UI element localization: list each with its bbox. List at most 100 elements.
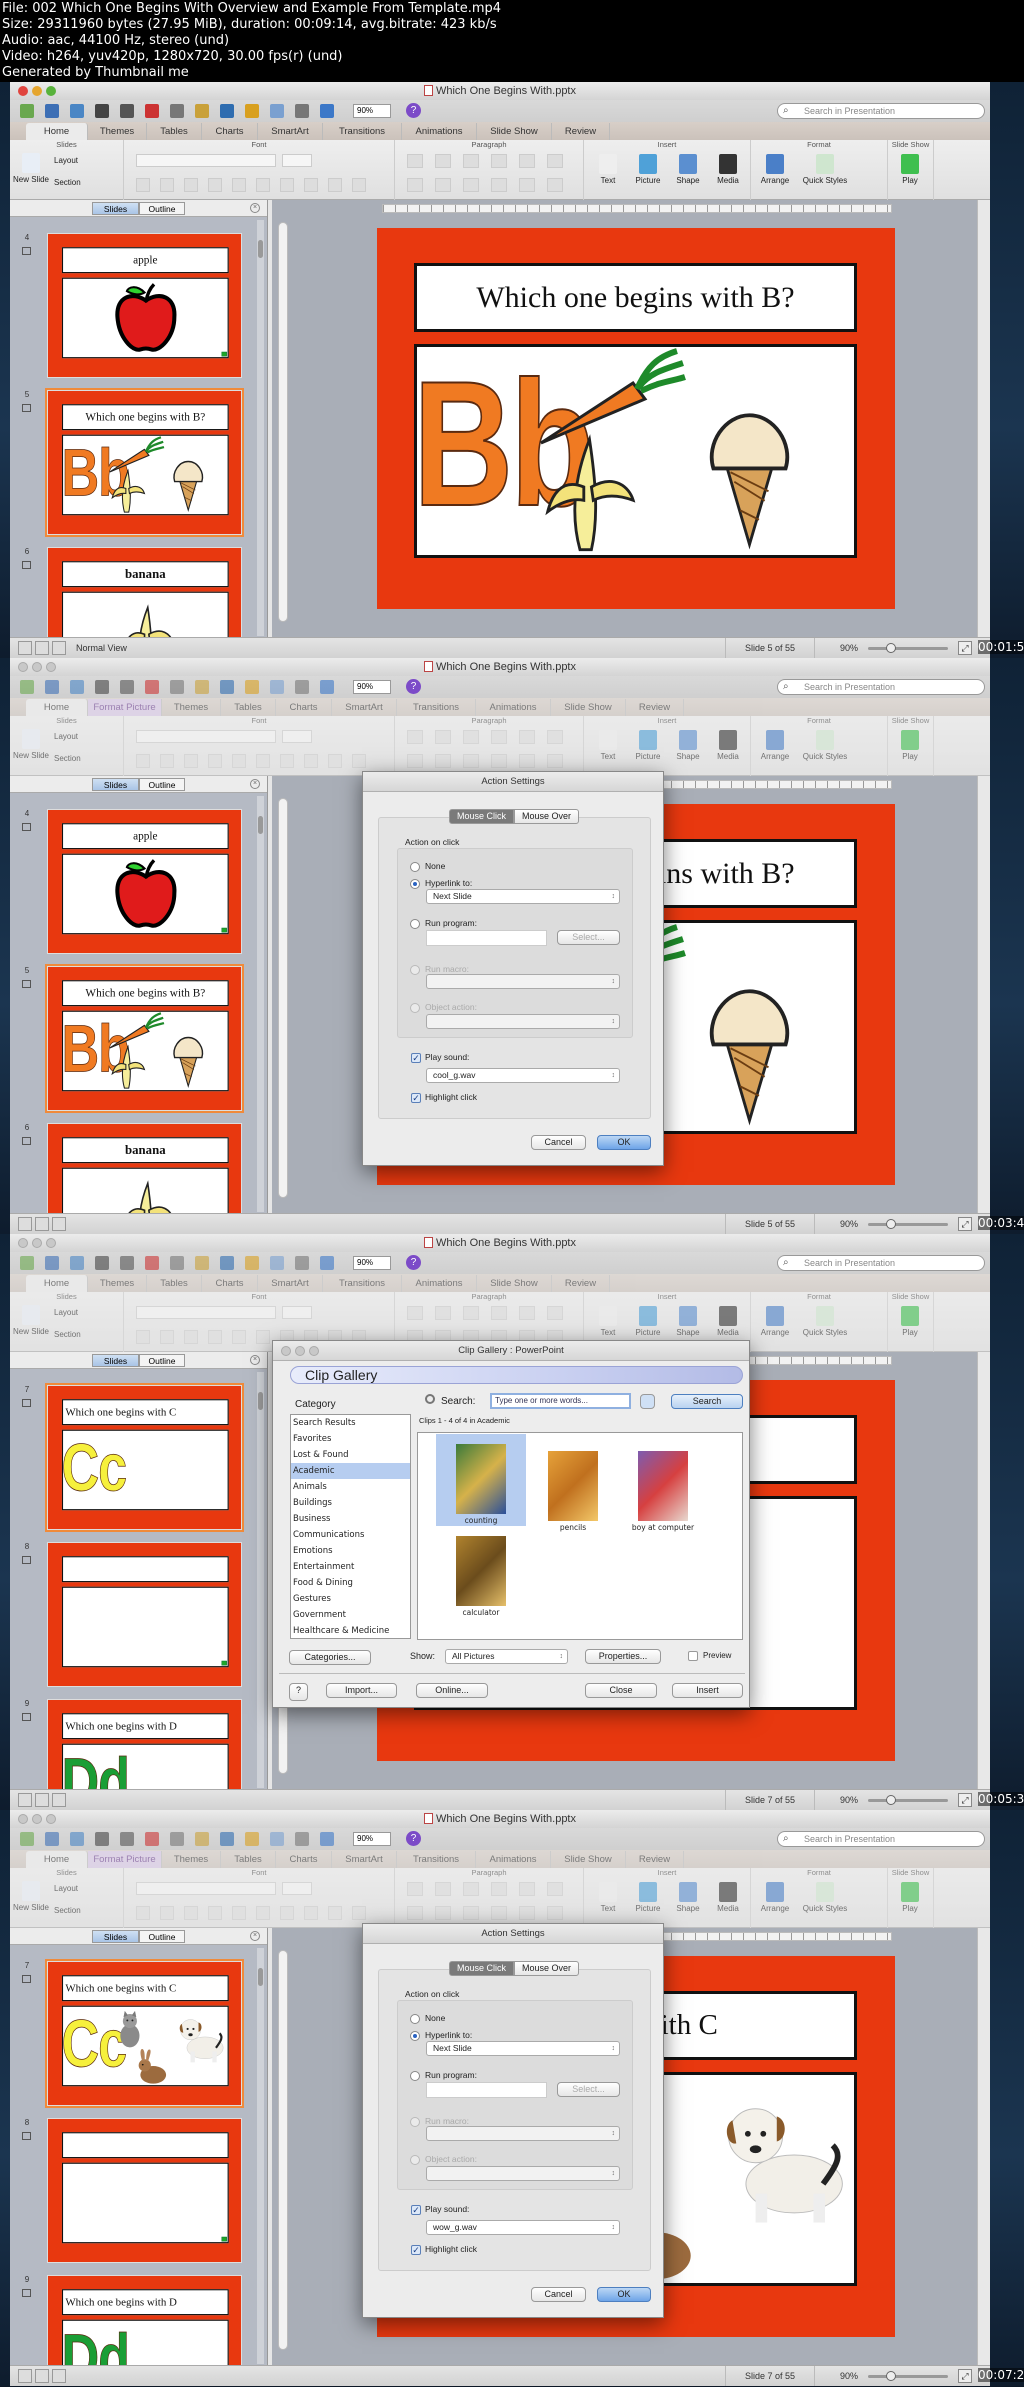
tab-charts[interactable]: Charts	[202, 1275, 258, 1292]
sound-select[interactable]: wow_g.wav	[426, 2220, 620, 2235]
strikethrough-icon[interactable]	[208, 178, 222, 192]
minimize-window-button[interactable]	[32, 1238, 42, 1248]
bullets-icon[interactable]	[407, 154, 423, 168]
columns-icon[interactable]	[547, 154, 563, 168]
slide-title-box[interactable]: Which one begins with B?	[414, 263, 857, 332]
zoom-slider[interactable]	[868, 2371, 948, 2381]
align-text-icon[interactable]	[547, 754, 563, 768]
new-slide-button[interactable]: New Slide	[10, 1305, 52, 1336]
slides-tab[interactable]: Slides	[92, 202, 139, 215]
paste-icon[interactable]	[195, 680, 209, 694]
decrease-indent-icon[interactable]	[463, 154, 479, 168]
search-button[interactable]: Search	[671, 1394, 743, 1409]
slide-sorter-view-icon[interactable]	[35, 641, 49, 655]
normal-view-icon[interactable]	[18, 641, 32, 655]
category-list[interactable]: Search Results Favorites Lost & Found Acade…	[290, 1414, 411, 1639]
increase-indent-icon[interactable]	[491, 1306, 507, 1320]
section-button[interactable]: Section	[54, 1906, 81, 1915]
format-painter-icon[interactable]	[220, 1832, 234, 1846]
increase-indent-icon[interactable]	[491, 1882, 507, 1896]
clip-item[interactable]: boy at computer	[618, 1441, 708, 1533]
online-button[interactable]: Online...	[416, 1683, 488, 1698]
tab-home[interactable]: Home	[26, 1851, 88, 1868]
highlight-click-checkbox[interactable]: ✓	[411, 2245, 421, 2255]
picture-button[interactable]: Picture	[630, 1306, 666, 1337]
tab-mouse-click[interactable]: Mouse Click	[449, 1961, 514, 1976]
media-button[interactable]: Media	[710, 1882, 746, 1913]
slide-thumbnail[interactable]: Which one begins with D Dd	[47, 1699, 242, 1789]
play-sound-checkbox[interactable]: ✓	[411, 1053, 421, 1063]
zoom-slider[interactable]	[868, 643, 948, 653]
close-button[interactable]: Close	[585, 1683, 657, 1698]
radio-none[interactable]	[410, 862, 420, 872]
decrease-indent-icon[interactable]	[463, 730, 479, 744]
arrange-button[interactable]: Arrange	[755, 730, 795, 761]
tab-transitions[interactable]: Transitions	[323, 123, 402, 140]
canvas-scrollbar[interactable]	[977, 1928, 990, 2365]
layout-button[interactable]: Layout	[54, 1884, 78, 1893]
show-sidebar-icon[interactable]	[295, 104, 309, 118]
normal-view-icon[interactable]	[18, 1793, 32, 1807]
category-item[interactable]: Gestures	[291, 1591, 410, 1607]
new-presentation-icon[interactable]	[20, 104, 34, 118]
tab-tables[interactable]: Tables	[221, 1851, 276, 1868]
tab-animations[interactable]: Animations	[402, 123, 477, 140]
superscript-icon[interactable]	[232, 754, 246, 768]
letter-pair-text[interactable]: Dd	[63, 2323, 130, 2365]
close-pane-icon[interactable]: ×	[250, 1931, 260, 1941]
tab-themes[interactable]: Themes	[88, 1275, 147, 1292]
slide-sorter-view-icon[interactable]	[35, 2369, 49, 2383]
gallery-icon[interactable]	[45, 1256, 59, 1270]
tab-smartart[interactable]: SmartArt	[332, 1851, 397, 1868]
tab-themes[interactable]: Themes	[162, 699, 221, 716]
canvas-scrollbar[interactable]	[977, 776, 990, 1213]
bold-icon[interactable]	[136, 1330, 150, 1344]
clip-search-input[interactable]: Type one or more words...	[490, 1393, 631, 1409]
char-spacing-icon[interactable]	[280, 178, 294, 192]
tab-smartart[interactable]: SmartArt	[332, 699, 397, 716]
numbering-icon[interactable]	[435, 730, 451, 744]
category-item[interactable]: Favorites	[291, 1431, 410, 1447]
categories-button[interactable]: Categories...	[289, 1650, 371, 1665]
show-sidebar-icon[interactable]	[295, 680, 309, 694]
print-icon[interactable]	[120, 680, 134, 694]
print-icon[interactable]	[120, 1832, 134, 1846]
cancel-button[interactable]: Cancel	[531, 1135, 586, 1150]
slide-thumbnail[interactable]: apple	[47, 809, 242, 954]
play-button[interactable]: Play	[894, 154, 926, 185]
bullets-icon[interactable]	[407, 1882, 423, 1896]
redo-icon[interactable]	[270, 680, 284, 694]
underline-icon[interactable]	[184, 1330, 198, 1344]
zoom-slider[interactable]	[868, 1219, 948, 1229]
align-left-icon[interactable]	[407, 754, 423, 768]
slide-show-view-icon[interactable]	[52, 2369, 66, 2383]
change-case-icon[interactable]	[304, 754, 318, 768]
insert-button[interactable]: Insert	[672, 1683, 743, 1698]
help-button[interactable]: ?	[406, 1255, 421, 1270]
media-browser-icon[interactable]	[320, 1256, 334, 1270]
arrange-button[interactable]: Arrange	[755, 154, 795, 185]
open-template-icon[interactable]	[70, 680, 84, 694]
hyperlink-select[interactable]: Next Slide	[426, 889, 620, 904]
zoom-field[interactable]: 90%	[353, 1832, 391, 1846]
close-dialog-button[interactable]	[281, 1346, 291, 1356]
zoom-window-button[interactable]	[46, 86, 56, 96]
zoom-field[interactable]: 90%	[353, 680, 391, 694]
slide-thumbnail[interactable]: Which one begins with B? Bb	[45, 964, 244, 1113]
save-icon[interactable]	[95, 1832, 109, 1846]
shape-button[interactable]: Shape	[670, 154, 706, 185]
close-pane-icon[interactable]: ×	[250, 203, 260, 213]
underline-icon[interactable]	[184, 754, 198, 768]
shape-button[interactable]: Shape	[670, 730, 706, 761]
category-item[interactable]: Animals	[291, 1479, 410, 1495]
radio-run-program[interactable]	[410, 919, 420, 929]
gallery-icon[interactable]	[45, 680, 59, 694]
dog-clipart[interactable]	[176, 2011, 227, 2064]
save-icon[interactable]	[95, 104, 109, 118]
open-template-icon[interactable]	[70, 1256, 84, 1270]
arrange-button[interactable]: Arrange	[755, 1306, 795, 1337]
slide-thumbnail[interactable]: Which one begins with D Dd	[47, 2275, 242, 2365]
play-button[interactable]: Play	[894, 730, 926, 761]
zoom-slider-thumb[interactable]	[886, 2371, 896, 2381]
increase-indent-icon[interactable]	[491, 154, 507, 168]
